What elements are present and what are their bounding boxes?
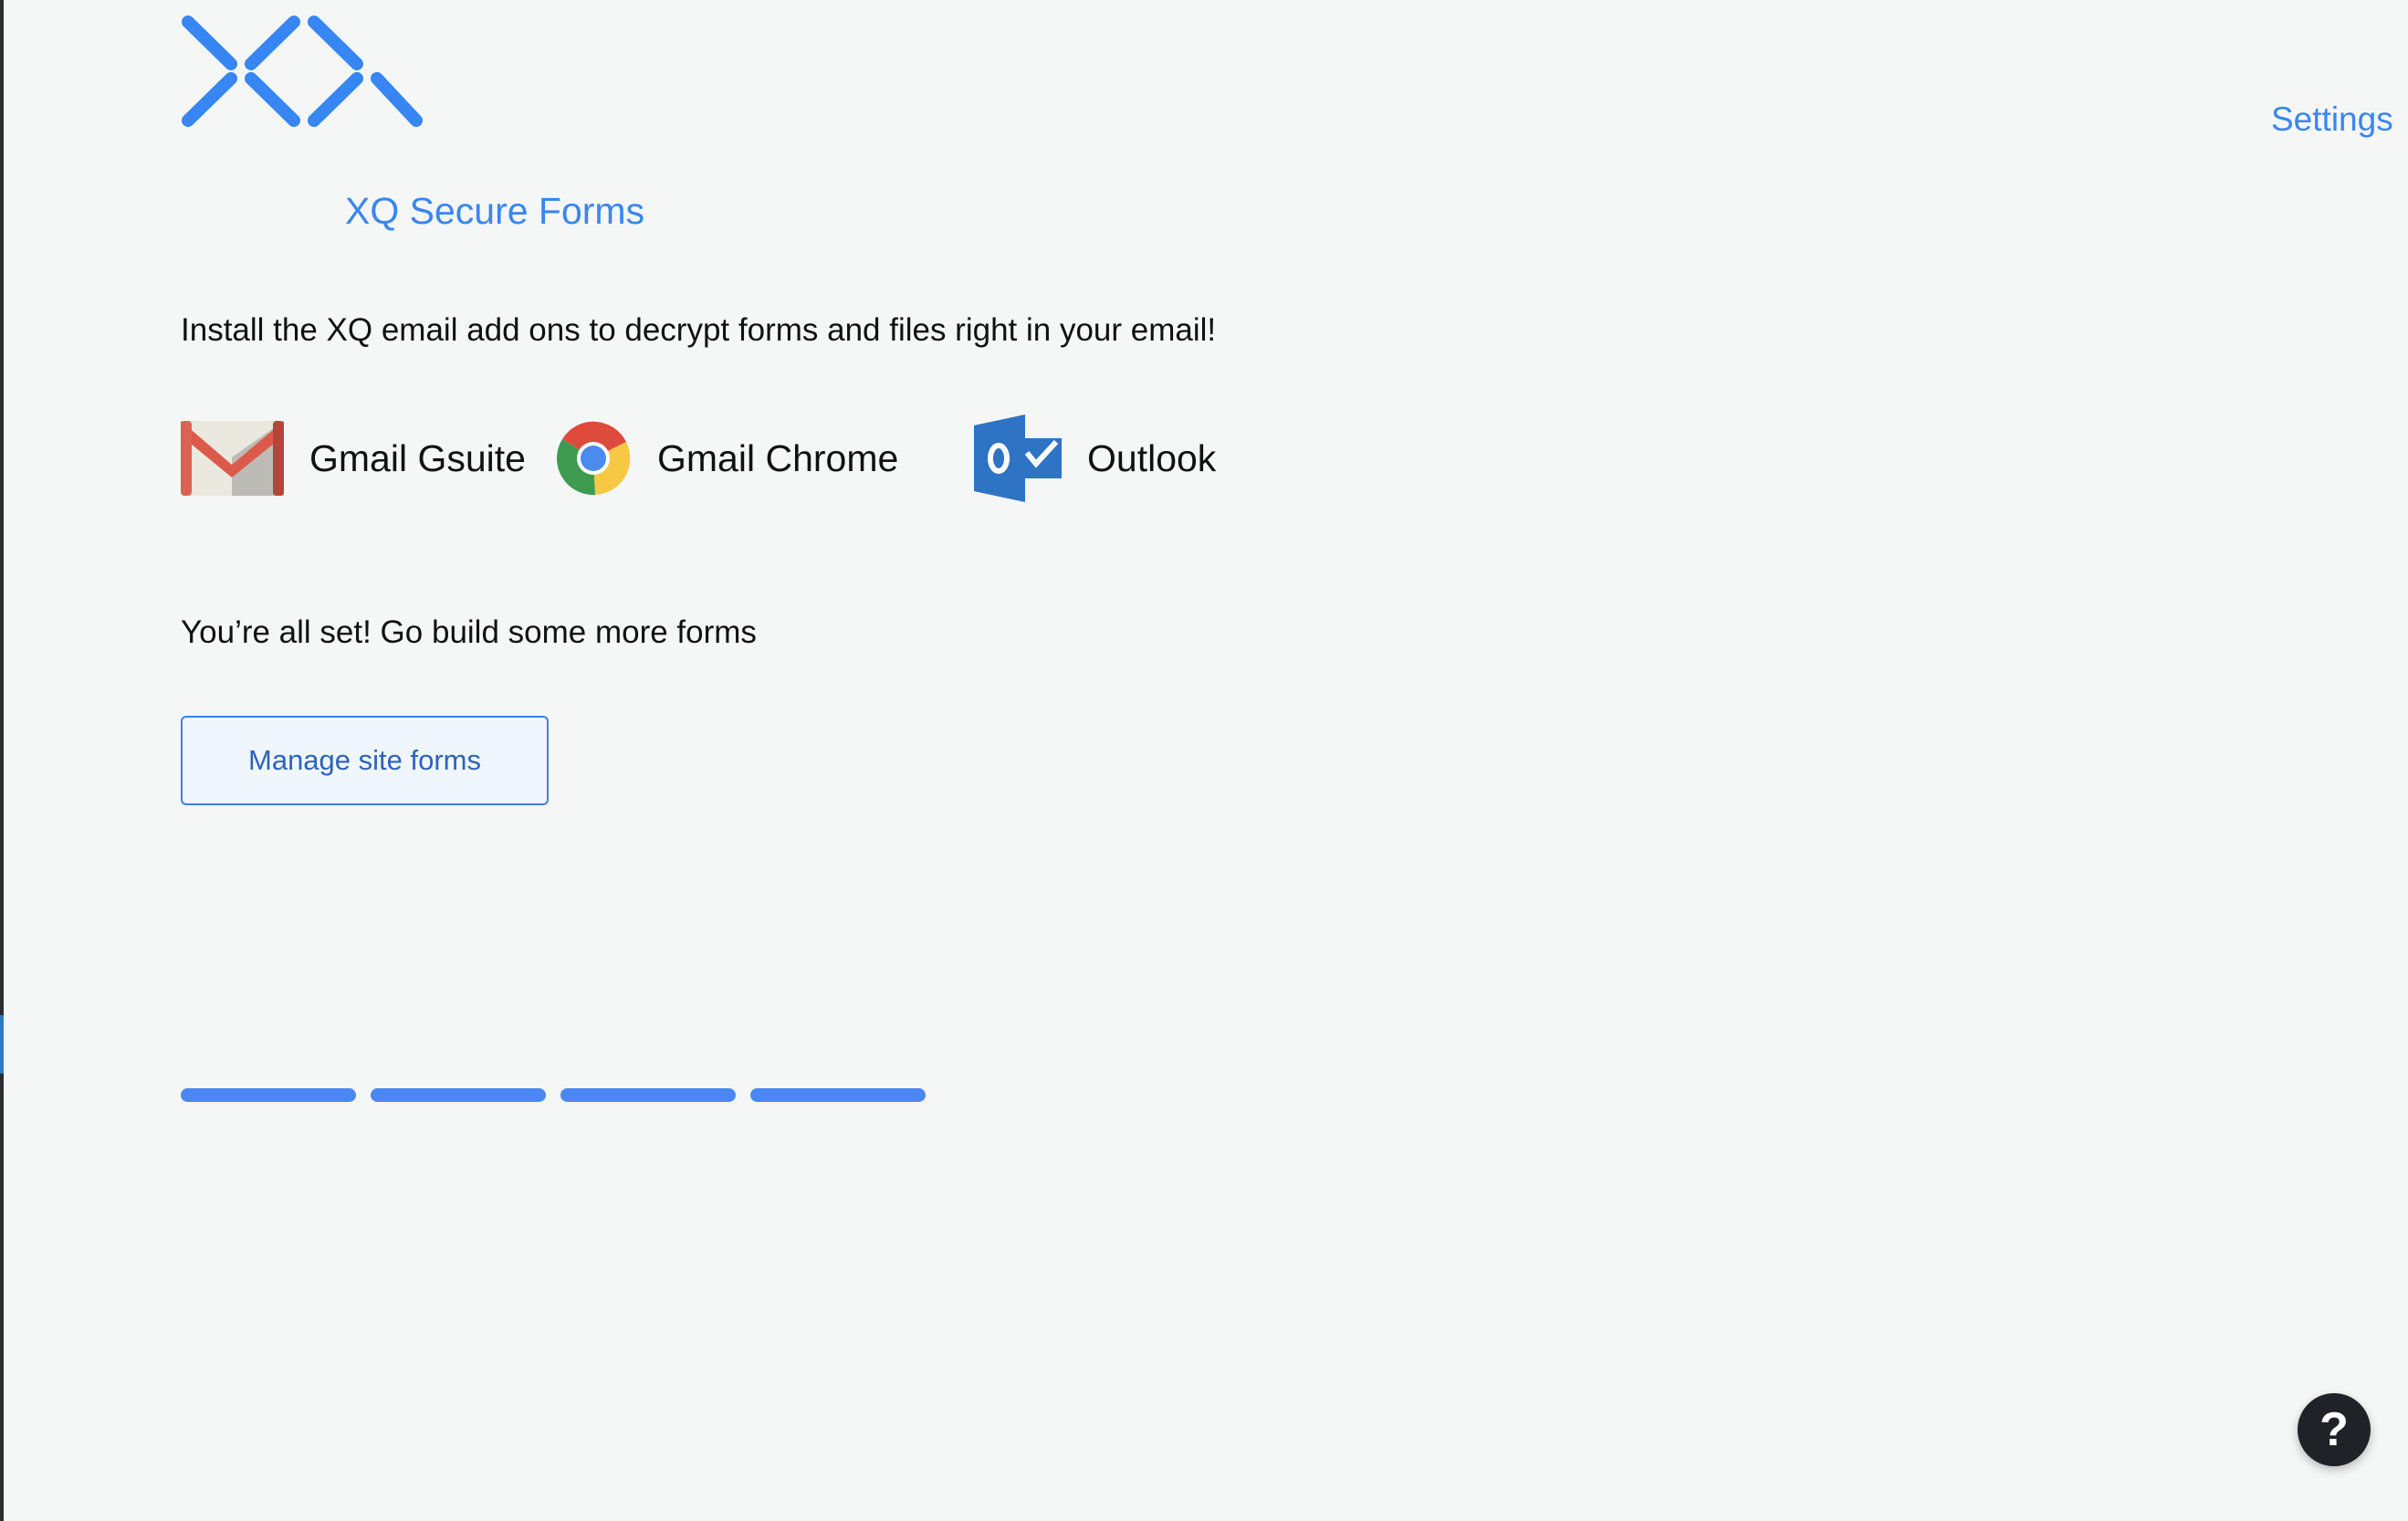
- chrome-icon: [557, 421, 631, 496]
- progress-step: [181, 1088, 356, 1102]
- addon-label: Gmail Chrome: [657, 436, 899, 479]
- addon-label: Outlook: [1087, 436, 1217, 479]
- manage-site-forms-label: Manage site forms: [248, 744, 481, 776]
- addon-gmail-gsuite[interactable]: Gmail Gsuite: [181, 413, 526, 504]
- xq-logo-icon: [182, 16, 423, 127]
- status-message: You’re all set! Go build some more forms: [181, 614, 757, 650]
- progress-step: [750, 1088, 926, 1102]
- sidebar-handle[interactable]: [0, 1015, 4, 1074]
- gmail-icon: [181, 421, 284, 496]
- help-button[interactable]: ?: [2298, 1393, 2371, 1466]
- progress-step: [371, 1088, 546, 1102]
- outlook-icon: [974, 414, 1062, 502]
- manage-site-forms-button[interactable]: Manage site forms: [181, 716, 549, 805]
- addon-label: Gmail Gsuite: [309, 436, 526, 479]
- progress-steps: [181, 1088, 926, 1102]
- addon-outlook[interactable]: Outlook: [974, 413, 1216, 504]
- window-left-border: [0, 0, 4, 1521]
- settings-link[interactable]: Settings: [2271, 100, 2393, 139]
- progress-step: [560, 1088, 736, 1102]
- addon-gmail-chrome[interactable]: Gmail Chrome: [555, 413, 898, 504]
- install-addons-message: Install the XQ email add ons to decrypt …: [181, 312, 1217, 348]
- app-title: XQ Secure Forms: [345, 190, 645, 232]
- help-icon: ?: [2319, 1403, 2349, 1456]
